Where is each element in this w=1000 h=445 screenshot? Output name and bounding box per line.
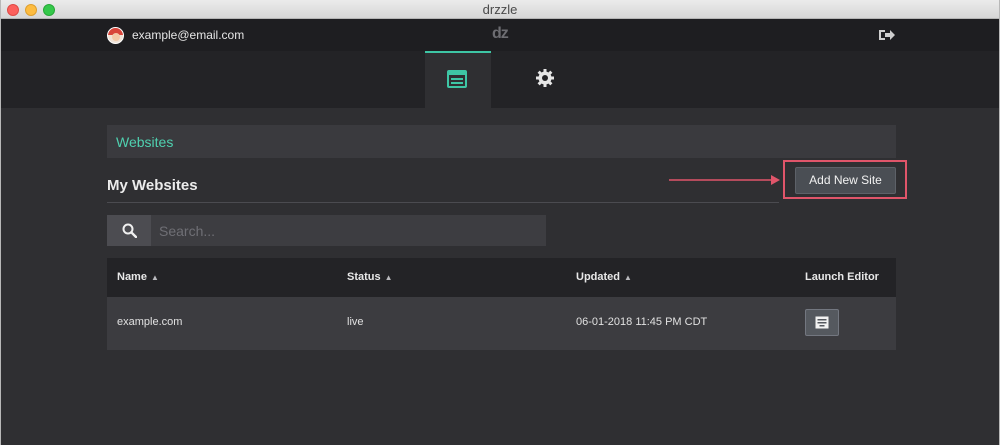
column-header-launch-editor: Launch Editor [805,271,879,283]
avatar[interactable] [107,27,124,44]
sort-icon: ▲︎ [150,273,159,282]
site-updated: 06-01-2018 11:45 PM CDT [576,316,708,328]
section-header: Websites [107,125,896,158]
logout-icon[interactable] [878,28,896,42]
search-bar [107,215,546,246]
column-header-updated[interactable]: Updated ▲︎ [576,271,632,283]
pointer-arrow [669,173,781,192]
site-status: live [347,316,364,328]
section-title: Websites [116,134,174,150]
launch-editor-button[interactable] [805,309,839,336]
app-window: drzzle example@email.com dz Websites My … [0,0,1000,445]
logo: dz [492,25,509,42]
divider [107,202,779,203]
site-name[interactable]: example.com [117,316,182,328]
browser-window-icon [447,70,467,93]
table-row: example.com live 06-01-2018 11:45 PM CDT [107,297,896,350]
page-title: My Websites [107,177,198,194]
gear-icon [535,68,555,93]
main-nav [1,51,999,108]
websites-table: Name ▲︎ Status ▲︎ Updated ▲︎ Launch Editor … [107,258,896,350]
user-email: example@email.com [132,28,245,42]
tab-settings[interactable] [513,51,579,108]
sort-icon: ▲︎ [384,273,393,282]
add-new-site-button[interactable]: Add New Site [795,167,896,194]
sort-icon: ▲︎ [624,273,632,282]
table-header: Name ▲︎ Status ▲︎ Updated ▲︎ Launch Editor [107,258,896,297]
column-header-name[interactable]: Name ▲︎ [117,271,159,283]
tab-websites[interactable] [425,51,491,108]
search-input[interactable] [151,215,546,246]
column-header-status[interactable]: Status ▲︎ [347,271,393,283]
window-title: drzzle [482,2,518,17]
top-bar: example@email.com dz [1,19,999,51]
search-button[interactable] [107,215,151,246]
title-bar: drzzle [1,0,999,19]
